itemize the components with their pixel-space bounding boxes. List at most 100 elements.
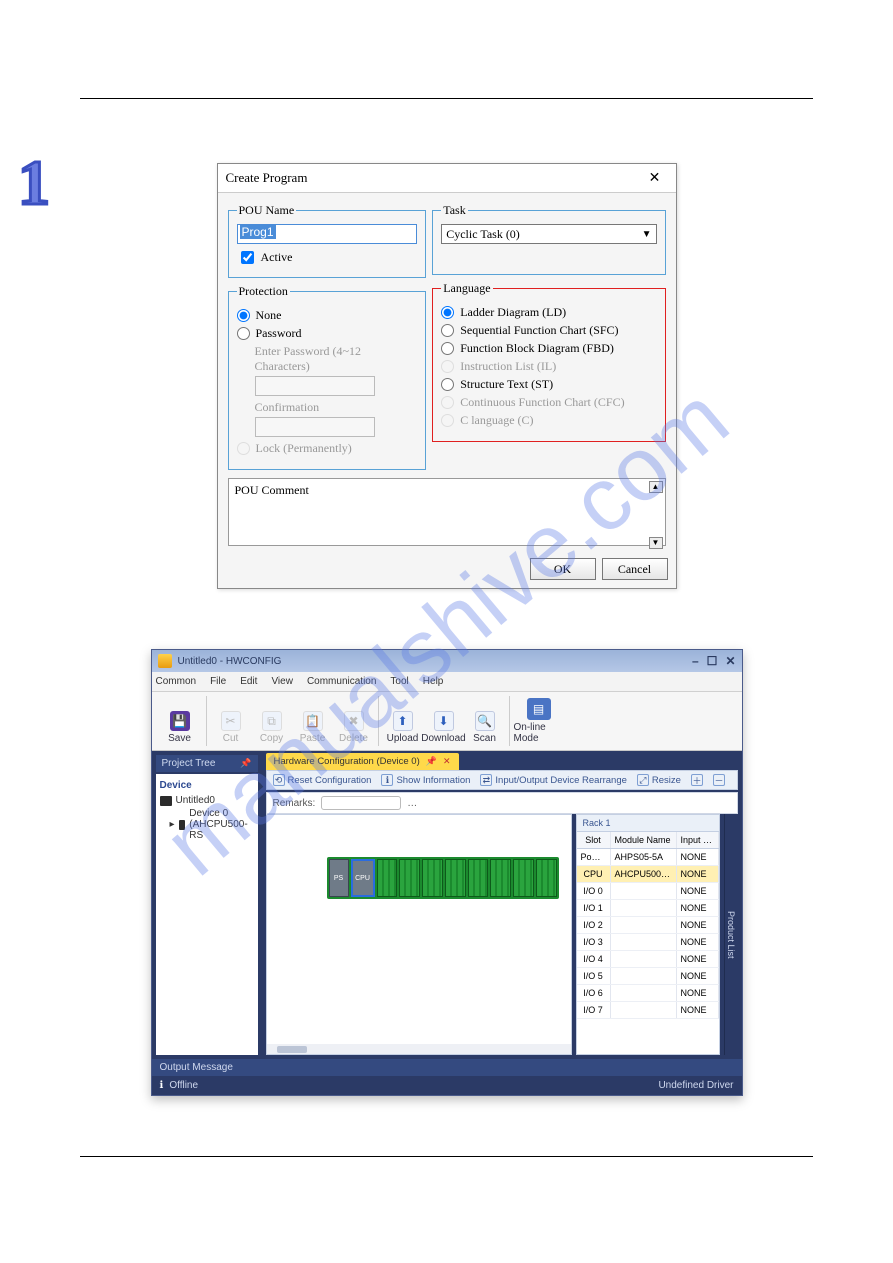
language-fbd-radio[interactable] bbox=[441, 342, 454, 355]
scan-icon: 🔍 bbox=[475, 711, 495, 731]
folder-icon bbox=[160, 796, 172, 806]
minimize-icon[interactable]: – bbox=[692, 654, 699, 668]
task-dropdown[interactable]: Cyclic Task (0) ▼ bbox=[441, 224, 656, 244]
expand-icon[interactable]: ▸ bbox=[170, 819, 175, 830]
language-sfc-radio[interactable] bbox=[441, 324, 454, 337]
io-slot-7[interactable] bbox=[536, 859, 557, 897]
cell-device: NONE bbox=[677, 917, 719, 933]
menu-tool[interactable]: Tool bbox=[390, 676, 408, 687]
tab-pin-icon[interactable]: 📌 bbox=[426, 756, 437, 767]
io-slot-6[interactable] bbox=[513, 859, 534, 897]
ok-button[interactable]: OK bbox=[530, 558, 596, 580]
divider-top bbox=[80, 98, 813, 99]
table-row[interactable]: I/O 1NONE bbox=[577, 900, 719, 917]
cell-slot: I/O 6 bbox=[577, 985, 611, 1001]
show-information-button[interactable]: ℹ Show Information bbox=[381, 774, 470, 786]
upload-icon: ⬆ bbox=[393, 711, 413, 731]
zoom-out-icon[interactable]: － bbox=[713, 774, 725, 786]
resize-icon: ⤢ bbox=[637, 774, 649, 786]
ribbon-upload[interactable]: ⬆ Upload bbox=[383, 709, 423, 746]
reset-configuration-button[interactable]: ⟲ Reset Configuration bbox=[273, 774, 372, 786]
scrollbar-thumb[interactable] bbox=[277, 1046, 307, 1053]
zoom-in-icon[interactable]: ＋ bbox=[691, 774, 703, 786]
rack-canvas[interactable]: PS CPU bbox=[266, 814, 572, 1055]
table-row[interactable]: I/O 0NONE bbox=[577, 883, 719, 900]
menu-file[interactable]: File bbox=[210, 676, 226, 687]
io-slot-2[interactable] bbox=[422, 859, 443, 897]
language-c-radio bbox=[441, 414, 454, 427]
ribbon-download[interactable]: ⬇ Download bbox=[424, 709, 464, 746]
language-st-radio[interactable] bbox=[441, 378, 454, 391]
confirmation-input[interactable] bbox=[255, 417, 375, 437]
language-ld-radio[interactable] bbox=[441, 306, 454, 319]
menu-edit[interactable]: Edit bbox=[240, 676, 257, 687]
close-icon[interactable]: ✕ bbox=[642, 168, 668, 188]
info-icon: ℹ bbox=[381, 774, 393, 786]
ribbon-scan[interactable]: 🔍 Scan bbox=[465, 709, 505, 746]
horizontal-scrollbar[interactable] bbox=[267, 1044, 571, 1054]
io-slot-3[interactable] bbox=[445, 859, 466, 897]
pou-comment-box[interactable]: POU Comment ▲ ▼ bbox=[228, 478, 666, 546]
cpu-module[interactable]: CPU bbox=[351, 859, 375, 897]
table-row[interactable]: I/O 5NONE bbox=[577, 968, 719, 985]
active-checkbox[interactable] bbox=[241, 251, 254, 264]
close-window-icon[interactable]: ✕ bbox=[725, 654, 735, 668]
tree-child-item[interactable]: ▸ Device 0 (AHCPU500-RS bbox=[170, 808, 254, 841]
language-fbd[interactable]: Function Block Diagram (FBD) bbox=[441, 341, 656, 356]
protection-password-radio[interactable] bbox=[237, 327, 250, 340]
table-row[interactable]: I/O 7NONE bbox=[577, 1002, 719, 1019]
table-row[interactable]: I/O 6NONE bbox=[577, 985, 719, 1002]
create-program-dialog: Create Program ✕ POU Name Prog1 Active bbox=[217, 163, 677, 589]
language-sfc[interactable]: Sequential Function Chart (SFC) bbox=[441, 323, 656, 338]
protection-none-radio[interactable] bbox=[237, 309, 250, 322]
comment-spin-down-icon[interactable]: ▼ bbox=[649, 537, 663, 549]
comment-spin-up-icon[interactable]: ▲ bbox=[649, 481, 663, 493]
remarks-bar: Remarks: … bbox=[266, 792, 738, 814]
io-slot-0[interactable] bbox=[377, 859, 398, 897]
language-ld[interactable]: Ladder Diagram (LD) bbox=[441, 305, 656, 320]
menu-common[interactable]: Common bbox=[156, 676, 197, 687]
show-info-label: Show Information bbox=[396, 775, 470, 786]
output-message-header[interactable]: Output Message bbox=[152, 1059, 742, 1076]
pin-icon[interactable]: 📌 bbox=[240, 758, 251, 769]
cell-slot: I/O 7 bbox=[577, 1002, 611, 1018]
tree-root-item[interactable]: Untitled0 bbox=[160, 795, 254, 806]
table-row[interactable]: I/O 4NONE bbox=[577, 951, 719, 968]
tab-close-icon[interactable]: ✕ bbox=[443, 756, 451, 767]
protection-lock-radio bbox=[237, 442, 250, 455]
project-tree-header: Project Tree 📌 bbox=[156, 755, 258, 772]
menu-help[interactable]: Help bbox=[423, 676, 444, 687]
password-input[interactable] bbox=[255, 376, 375, 396]
ribbon-save[interactable]: 💾 Save bbox=[158, 709, 202, 746]
ribbon-online-mode[interactable]: ▤ On-line Mode bbox=[514, 696, 564, 746]
table-row[interactable]: PowerAHPS05-5ANONE bbox=[577, 849, 719, 866]
pou-name-input[interactable]: Prog1 bbox=[237, 224, 418, 244]
cell-device: NONE bbox=[677, 934, 719, 950]
project-tree-title: Project Tree bbox=[162, 758, 216, 769]
language-st[interactable]: Structure Text (ST) bbox=[441, 377, 656, 392]
io-slot-1[interactable] bbox=[399, 859, 420, 897]
protection-none[interactable]: None bbox=[237, 308, 418, 323]
hw-config-tab[interactable]: Hardware Configuration (Device 0) 📌 ✕ bbox=[266, 753, 459, 770]
maximize-icon[interactable]: ☐ bbox=[707, 654, 718, 668]
resize-button[interactable]: ⤢ Resize bbox=[637, 774, 681, 786]
menu-communication[interactable]: Communication bbox=[307, 676, 376, 687]
remarks-input[interactable] bbox=[321, 796, 401, 810]
power-module[interactable]: PS bbox=[329, 859, 349, 897]
product-list-badge[interactable]: Product List bbox=[724, 814, 738, 1055]
protection-password[interactable]: Password bbox=[237, 326, 418, 341]
protection-password-label: Password bbox=[256, 326, 302, 341]
cancel-button[interactable]: Cancel bbox=[602, 558, 668, 580]
table-row[interactable]: I/O 3NONE bbox=[577, 934, 719, 951]
paste-icon: 📋 bbox=[303, 711, 323, 731]
ribbon-paste: 📋 Paste bbox=[293, 709, 333, 746]
active-checkbox-row[interactable]: Active bbox=[237, 248, 418, 267]
io-slot-4[interactable] bbox=[468, 859, 489, 897]
table-row[interactable]: I/O 2NONE bbox=[577, 917, 719, 934]
remarks-more-icon[interactable]: … bbox=[407, 798, 417, 809]
io-slot-5[interactable] bbox=[490, 859, 511, 897]
io-rearrange-button[interactable]: ⇄ Input/Output Device Rearrange bbox=[480, 774, 627, 786]
table-row[interactable]: CPUAHCPU500-R…NONE bbox=[577, 866, 719, 883]
download-icon: ⬇ bbox=[434, 711, 454, 731]
menu-view[interactable]: View bbox=[271, 676, 293, 687]
